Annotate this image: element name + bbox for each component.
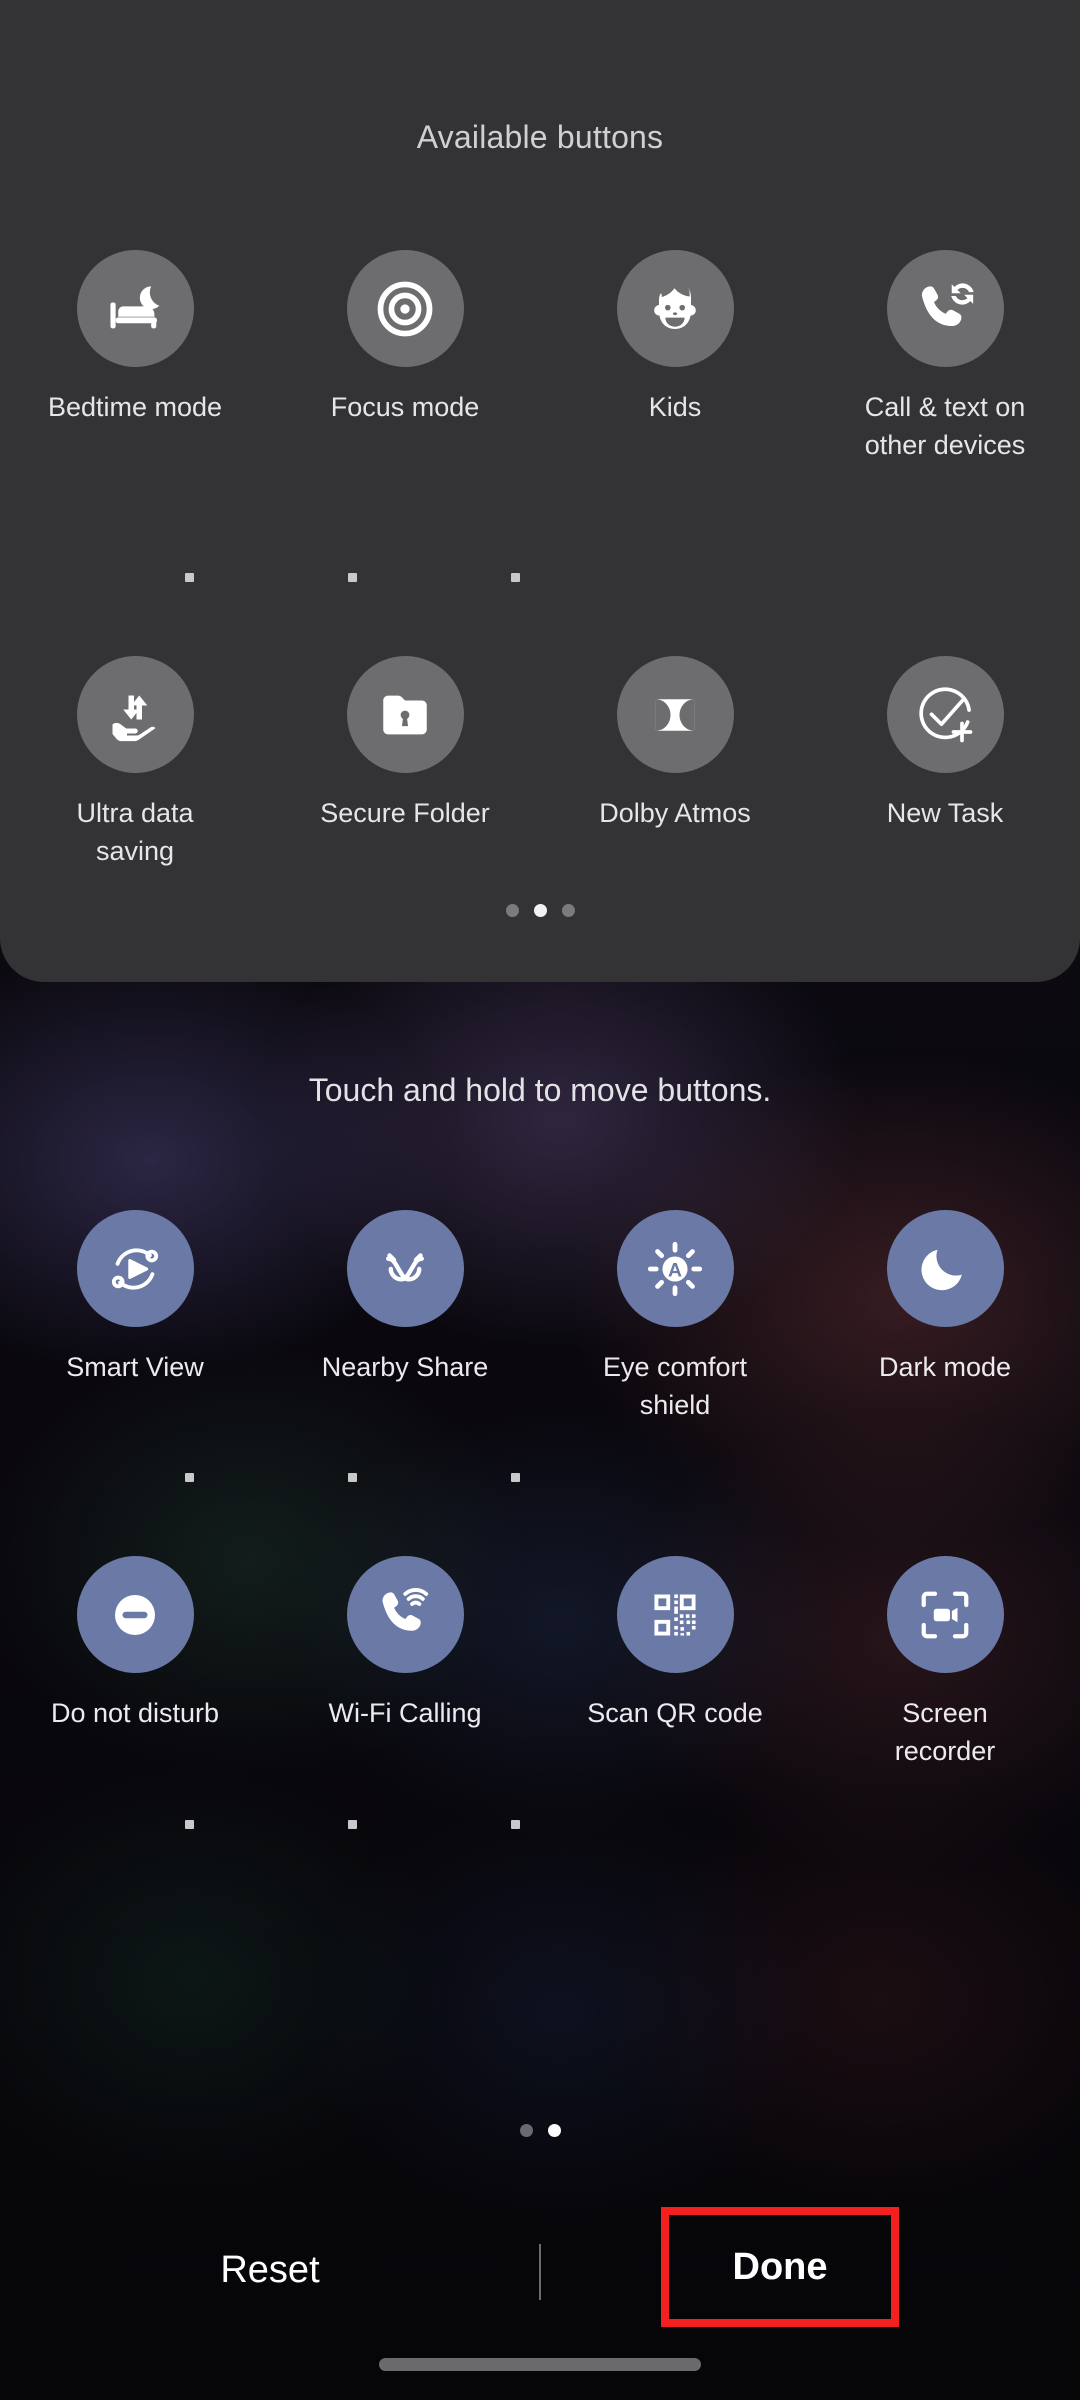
quick-button-label: Nearby Share bbox=[321, 1352, 489, 1382]
available-button-dolby-atmos[interactable]: Dolby Atmos bbox=[540, 656, 810, 870]
svg-text:A: A bbox=[668, 1260, 682, 1281]
page-dot-active[interactable] bbox=[547, 2124, 561, 2137]
row-separator-dots-2 bbox=[0, 1473, 1080, 1483]
page-dot[interactable] bbox=[505, 904, 519, 917]
quick-button-label: Do not disturb bbox=[50, 1698, 220, 1728]
dark-mode-icon bbox=[886, 1210, 1004, 1327]
available-button-call-text-other-devices[interactable]: Call & text on other devices bbox=[810, 250, 1080, 464]
quick-button-wifi-calling[interactable]: Wi-Fi Calling bbox=[270, 1556, 540, 1770]
drag-separator-dot bbox=[185, 1473, 194, 1482]
quick-settings-edit-screen: Available buttons Bedtime mode Focus mod… bbox=[0, 0, 1080, 2400]
smart-view-icon bbox=[76, 1210, 194, 1327]
quick-button-label: Dark mode bbox=[878, 1352, 1012, 1382]
available-button-new-task[interactable]: New Task bbox=[810, 656, 1080, 870]
available-panel-page-dots[interactable] bbox=[0, 904, 1080, 917]
available-button-label: Bedtime mode bbox=[47, 392, 223, 422]
quick-button-smart-view[interactable]: Smart View bbox=[0, 1210, 270, 1424]
quick-panel-row-1: Smart View Nearby Share A Eye comfort sh… bbox=[0, 1210, 1080, 1424]
available-button-secure-folder[interactable]: Secure Folder bbox=[270, 656, 540, 870]
quick-button-label: Smart View bbox=[66, 1352, 204, 1382]
available-buttons-panel: Available buttons Bedtime mode Focus mod… bbox=[0, 0, 1080, 982]
available-button-ultra-data-saving[interactable]: Ultra data saving bbox=[0, 656, 270, 870]
available-button-bedtime-mode[interactable]: Bedtime mode bbox=[0, 250, 270, 464]
nearby-share-icon bbox=[346, 1210, 464, 1327]
quick-button-screen-recorder[interactable]: Screen recorder bbox=[810, 1556, 1080, 1770]
available-button-label: Secure Folder bbox=[320, 798, 490, 828]
call-text-other-devices-icon bbox=[886, 250, 1004, 367]
dolby-atmos-icon bbox=[616, 656, 734, 773]
available-button-label: Dolby Atmos bbox=[599, 798, 751, 828]
navigation-home-pill[interactable] bbox=[379, 2358, 701, 2371]
available-button-label: Kids bbox=[648, 392, 702, 422]
bedtime-mode-icon bbox=[76, 250, 194, 367]
quick-button-label: Screen recorder bbox=[894, 1698, 996, 1766]
move-buttons-hint: Touch and hold to move buttons. bbox=[308, 1072, 772, 1108]
drag-separator-dot bbox=[511, 1473, 520, 1482]
bottom-bar-divider bbox=[539, 2244, 541, 2300]
quick-button-dark-mode[interactable]: Dark mode bbox=[810, 1210, 1080, 1424]
available-buttons-row-2: Ultra data saving Secure Folder Dolby At… bbox=[0, 656, 1080, 870]
available-button-label: New Task bbox=[886, 798, 1004, 828]
eye-comfort-shield-icon: A bbox=[616, 1210, 734, 1327]
row-separator-dots-3 bbox=[0, 1820, 1080, 1830]
wifi-calling-icon bbox=[346, 1556, 464, 1673]
drag-separator-dot bbox=[348, 573, 357, 582]
row-separator-dots-1 bbox=[0, 573, 1080, 583]
scan-qr-code-icon bbox=[616, 1556, 734, 1673]
quick-button-scan-qr-code[interactable]: Scan QR code bbox=[540, 1556, 810, 1770]
screen-recorder-icon bbox=[886, 1556, 1004, 1673]
drag-separator-dot bbox=[511, 573, 520, 582]
available-button-label: Focus mode bbox=[330, 392, 480, 422]
quick-button-label: Eye comfort shield bbox=[602, 1352, 748, 1420]
quick-button-label: Scan QR code bbox=[587, 1698, 763, 1728]
available-button-label: Call & text on other devices bbox=[864, 392, 1026, 460]
drag-separator-dot bbox=[348, 1820, 357, 1829]
available-button-label: Ultra data saving bbox=[76, 798, 194, 866]
quick-panel-row-2: Do not disturb Wi-Fi Calling Scan QR cod… bbox=[0, 1556, 1080, 1770]
drag-separator-dot bbox=[511, 1820, 520, 1829]
drag-separator-dot bbox=[348, 1473, 357, 1482]
page-dot-active[interactable] bbox=[533, 904, 547, 917]
focus-mode-icon bbox=[346, 250, 464, 367]
page-dot[interactable] bbox=[519, 2124, 533, 2137]
ultra-data-saving-icon bbox=[76, 656, 194, 773]
available-buttons-row-1: Bedtime mode Focus mode Kids Call & text… bbox=[0, 250, 1080, 464]
available-buttons-title: Available buttons bbox=[416, 119, 664, 155]
kids-icon bbox=[616, 250, 734, 367]
quick-button-do-not-disturb[interactable]: Do not disturb bbox=[0, 1556, 270, 1770]
new-task-icon bbox=[886, 656, 1004, 773]
quick-panel-page-dots[interactable] bbox=[0, 2124, 1080, 2137]
reset-button[interactable]: Reset bbox=[0, 2249, 540, 2292]
available-button-focus-mode[interactable]: Focus mode bbox=[270, 250, 540, 464]
available-button-kids[interactable]: Kids bbox=[540, 250, 810, 464]
quick-button-nearby-share[interactable]: Nearby Share bbox=[270, 1210, 540, 1424]
secure-folder-icon bbox=[346, 656, 464, 773]
done-button-label: Done bbox=[732, 2245, 828, 2288]
done-button[interactable]: Done bbox=[661, 2207, 899, 2327]
quick-button-eye-comfort-shield[interactable]: A Eye comfort shield bbox=[540, 1210, 810, 1424]
drag-separator-dot bbox=[185, 573, 194, 582]
do-not-disturb-icon bbox=[76, 1556, 194, 1673]
page-dot[interactable] bbox=[561, 904, 575, 917]
reset-button-label: Reset bbox=[220, 2248, 320, 2291]
quick-button-label: Wi-Fi Calling bbox=[328, 1698, 482, 1728]
drag-separator-dot bbox=[185, 1820, 194, 1829]
